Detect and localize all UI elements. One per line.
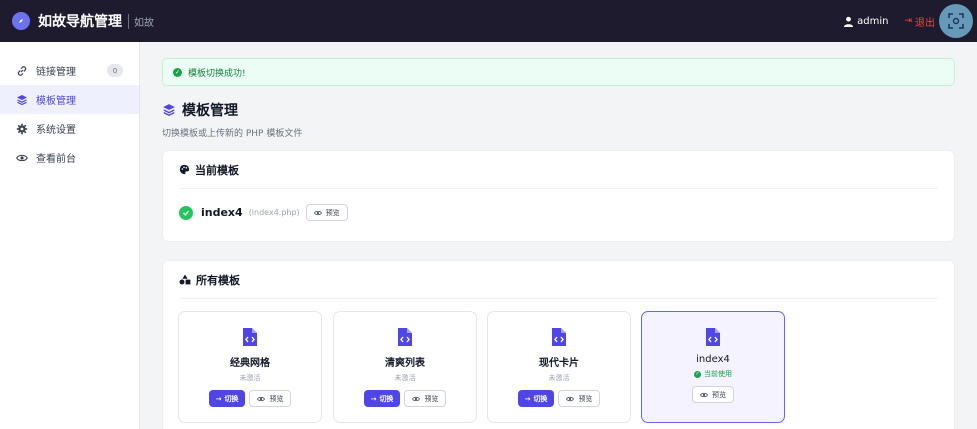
file-code-icon bbox=[552, 328, 566, 346]
palette-icon bbox=[179, 164, 190, 175]
page-title-text: 模板管理 bbox=[182, 103, 238, 119]
preview-button[interactable]: 预览 bbox=[558, 390, 601, 407]
switch-button[interactable]: → 切换 bbox=[517, 390, 555, 407]
current-template-row: index4 (index4.php) 预览 bbox=[179, 204, 954, 221]
template-card-current: index4 ✓ 当前使用 预览 bbox=[641, 311, 785, 423]
current-template-name: index4 bbox=[201, 206, 243, 219]
template-card: 现代卡片 未激活 → 切换 预览 bbox=[487, 311, 631, 423]
switch-label: 切换 bbox=[379, 394, 394, 403]
card-heading: 当前模板 bbox=[179, 151, 938, 189]
preview-button[interactable]: 预览 bbox=[404, 390, 447, 407]
template-status: 未激活 bbox=[394, 374, 416, 382]
logout-label: 退出 bbox=[915, 17, 935, 29]
card-heading-text: 当前模板 bbox=[195, 163, 239, 177]
card-heading-text: 所有模板 bbox=[196, 273, 240, 287]
sidebar: 链接管理 0 模板管理 系统设置 查看前台 bbox=[0, 42, 140, 429]
app-title: 如故导航管理 bbox=[38, 14, 122, 30]
template-status: 未激活 bbox=[239, 374, 261, 382]
check-circle-icon bbox=[179, 205, 193, 220]
success-alert: ✓ 模板切换成功! bbox=[162, 58, 955, 86]
file-code-icon bbox=[243, 328, 257, 346]
alert-text: 模板切换成功! bbox=[188, 68, 246, 79]
sidebar-item-settings[interactable]: 系统设置 bbox=[0, 114, 139, 143]
logout-icon: ⇥ bbox=[904, 16, 912, 26]
screenshot-scan-button[interactable] bbox=[939, 4, 973, 38]
link-count-badge: 0 bbox=[107, 64, 123, 77]
logout-link[interactable]: ⇥ 退出 bbox=[904, 14, 935, 29]
page-title: 模板管理 bbox=[162, 100, 955, 120]
preview-button[interactable]: 预览 bbox=[692, 386, 734, 403]
current-template-file: (index4.php) bbox=[248, 208, 300, 217]
template-status: 未激活 bbox=[548, 374, 570, 382]
sidebar-item-links[interactable]: 链接管理 0 bbox=[0, 56, 139, 85]
sidebar-item-frontend[interactable]: 查看前台 bbox=[0, 143, 139, 172]
preview-label: 预览 bbox=[424, 394, 439, 403]
sidebar-item-templates[interactable]: 模板管理 bbox=[0, 85, 139, 114]
check-circle-icon: ✓ bbox=[694, 370, 701, 378]
page-subtitle: 切换模板或上传新的 PHP 模板文件 bbox=[162, 129, 303, 139]
preview-label: 预览 bbox=[325, 208, 340, 217]
template-name: 现代卡片 bbox=[539, 358, 579, 369]
template-status: ✓ 当前使用 bbox=[694, 369, 732, 379]
preview-button[interactable]: 预览 bbox=[305, 204, 348, 221]
main-content: ✓ 模板切换成功! 模板管理 切换模板或上传新的 PHP 模板文件 当前模板 i… bbox=[162, 58, 955, 429]
check-circle-icon: ✓ bbox=[173, 67, 182, 77]
all-templates-card: 所有模板 经典网格 未激活 → 切换 预览 清爽列表 未激活 → 切换 预览 现… bbox=[162, 260, 955, 429]
layers-icon bbox=[162, 103, 176, 117]
current-template-card: 当前模板 index4 (index4.php) 预览 bbox=[162, 150, 955, 242]
compass-icon bbox=[12, 12, 30, 30]
template-name: 清爽列表 bbox=[385, 358, 425, 369]
eye-icon bbox=[257, 395, 266, 403]
preview-button[interactable]: 预览 bbox=[249, 390, 292, 407]
preview-label: 预览 bbox=[712, 390, 726, 399]
user-icon bbox=[844, 16, 854, 27]
file-code-icon bbox=[706, 328, 720, 346]
sidebar-item-label: 系统设置 bbox=[36, 125, 76, 136]
preview-label: 预览 bbox=[269, 394, 284, 403]
template-name: index4 bbox=[696, 354, 730, 365]
preview-label: 预览 bbox=[578, 394, 593, 403]
layers-icon bbox=[16, 94, 28, 106]
eye-icon bbox=[700, 391, 708, 399]
switch-label: 切换 bbox=[533, 394, 548, 403]
template-grid: 经典网格 未激活 → 切换 预览 清爽列表 未激活 → 切换 预览 现代卡片 未… bbox=[178, 311, 954, 429]
switch-button[interactable]: → 切换 bbox=[363, 390, 401, 407]
template-card: 清爽列表 未激活 → 切换 预览 bbox=[333, 311, 477, 423]
template-status-label: 当前使用 bbox=[704, 370, 732, 378]
shapes-icon bbox=[179, 274, 191, 285]
template-card: 经典网格 未激活 → 切换 预览 bbox=[178, 311, 322, 423]
file-code-icon bbox=[398, 328, 412, 346]
sidebar-item-label: 模板管理 bbox=[36, 96, 76, 107]
top-bar: 如故导航管理 如故 admin ⇥ 退出 bbox=[0, 0, 977, 42]
user-name[interactable]: admin bbox=[857, 16, 888, 27]
sidebar-item-label: 查看前台 bbox=[36, 154, 76, 165]
eye-icon bbox=[16, 152, 28, 164]
scan-icon bbox=[948, 13, 964, 29]
gear-icon bbox=[16, 123, 28, 135]
eye-icon bbox=[313, 209, 322, 217]
switch-button[interactable]: → 切换 bbox=[208, 390, 246, 407]
eye-icon bbox=[412, 395, 421, 403]
arrow-right-icon: → bbox=[215, 394, 222, 403]
app-subtitle: 如故 bbox=[128, 13, 154, 29]
eye-icon bbox=[566, 395, 575, 403]
template-name: 经典网格 bbox=[230, 358, 270, 369]
sidebar-item-label: 链接管理 bbox=[36, 67, 76, 78]
link-icon bbox=[16, 65, 28, 77]
switch-label: 切换 bbox=[224, 394, 239, 403]
card-heading: 所有模板 bbox=[179, 261, 938, 299]
arrow-right-icon: → bbox=[524, 394, 531, 403]
arrow-right-icon: → bbox=[370, 394, 377, 403]
